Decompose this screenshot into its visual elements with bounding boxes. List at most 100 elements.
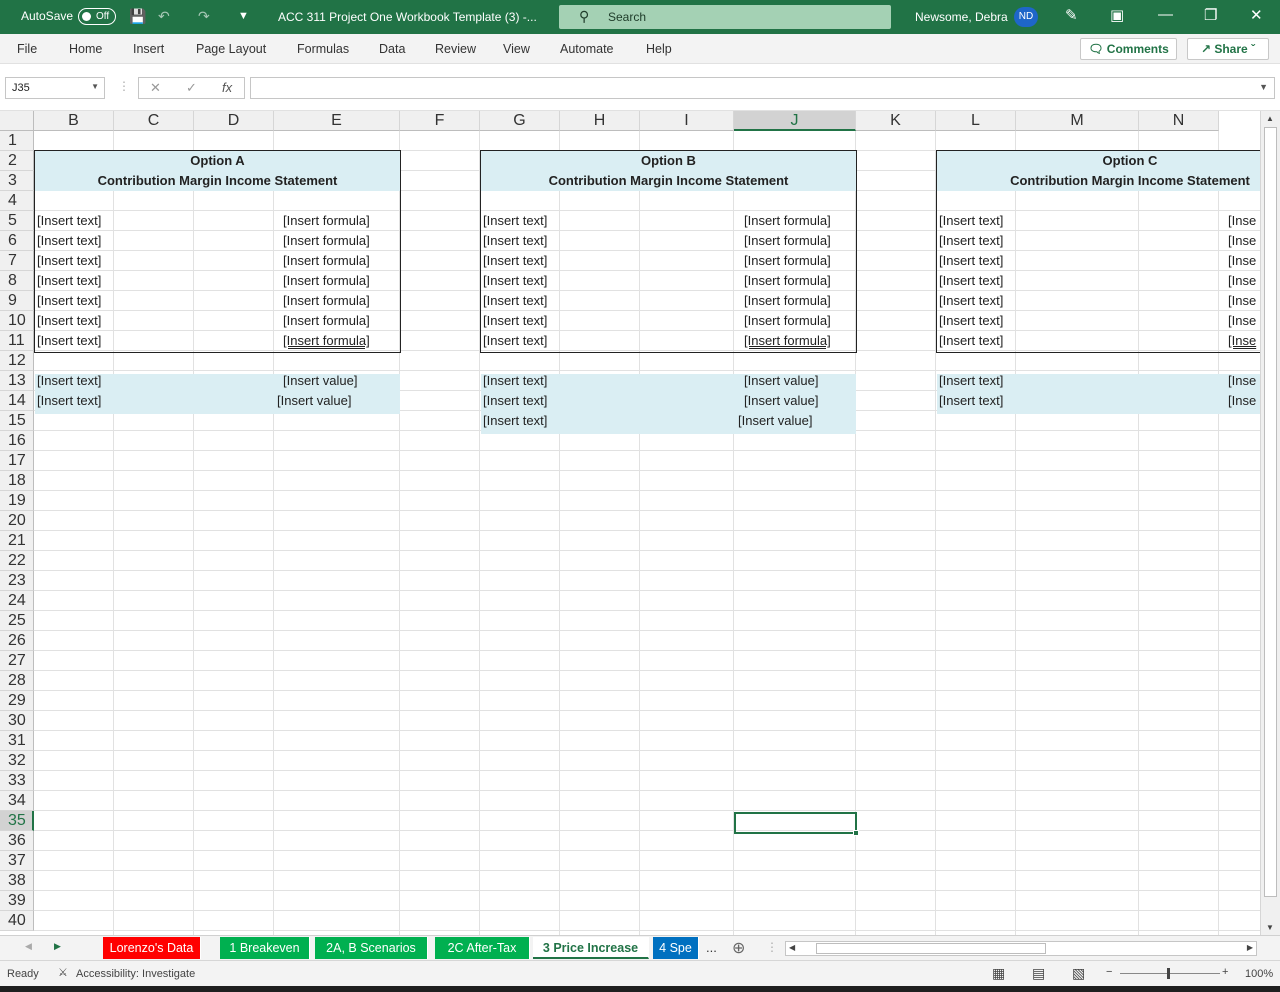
expand-formula-icon[interactable]: ▼ <box>1259 82 1268 92</box>
cell-e9[interactable]: [Insert formula] <box>283 291 370 311</box>
sheet-tab-6[interactable]: 4 Spe <box>653 937 699 959</box>
row-header-40[interactable]: 40 <box>0 911 34 931</box>
row-header-30[interactable]: 30 <box>0 711 34 731</box>
cell-e8[interactable]: [Insert formula] <box>283 271 370 291</box>
row-header-12[interactable]: 12 <box>0 351 34 371</box>
cell-b14[interactable]: [Insert text] <box>37 391 101 411</box>
function-icon[interactable]: fx <box>222 80 232 95</box>
row-header-25[interactable]: 25 <box>0 611 34 631</box>
zoom-out-icon[interactable]: − <box>1106 966 1112 978</box>
cell-j15[interactable]: [Insert value] <box>738 411 812 431</box>
cell-n6[interactable]: [Inse <box>1228 231 1259 251</box>
prev-sheet-icon[interactable]: ◀ <box>25 941 32 952</box>
row-header-11[interactable]: 11 <box>0 331 34 351</box>
chevron-down-icon[interactable]: ▼ <box>91 82 99 91</box>
row-header-10[interactable]: 10 <box>0 311 34 331</box>
cell-g7[interactable]: [Insert text] <box>483 251 547 271</box>
zoom-slider-handle[interactable] <box>1167 968 1170 979</box>
col-header-j[interactable]: J <box>734 111 856 131</box>
autosave-toggle[interactable]: Off <box>78 8 116 25</box>
row-header-2[interactable]: 2 <box>0 151 34 171</box>
col-header-l[interactable]: L <box>936 111 1016 131</box>
col-header-m[interactable]: M <box>1016 111 1139 131</box>
sheet-tab-4[interactable]: 2C After-Tax <box>435 937 530 959</box>
menu-data[interactable]: Data <box>379 42 405 56</box>
cell-g9[interactable]: [Insert text] <box>483 291 547 311</box>
cell-l11[interactable]: [Insert text] <box>939 331 1003 351</box>
row-header-39[interactable]: 39 <box>0 891 34 911</box>
cell-e14[interactable]: [Insert value] <box>277 391 351 411</box>
cell-n14[interactable]: [Inse <box>1228 391 1259 411</box>
cell-l13[interactable]: [Insert text] <box>939 371 1003 391</box>
close-icon[interactable]: ✕ <box>1250 6 1263 24</box>
undo-icon[interactable]: ↶ <box>158 8 170 25</box>
more-tabs[interactable]: ... <box>706 940 717 955</box>
scroll-thumb[interactable] <box>1264 127 1277 897</box>
cell-j7[interactable]: [Insert formula] <box>744 251 831 271</box>
cell-j10[interactable]: [Insert formula] <box>744 311 831 331</box>
pen-icon[interactable]: ✎ <box>1065 6 1078 24</box>
cell-b9[interactable]: [Insert text] <box>37 291 101 311</box>
row-header-37[interactable]: 37 <box>0 851 34 871</box>
row-header-15[interactable]: 15 <box>0 411 34 431</box>
cell-b10[interactable]: [Insert text] <box>37 311 101 331</box>
row-header-4[interactable]: 4 <box>0 191 34 211</box>
vertical-scrollbar[interactable]: ▲ ▼ <box>1260 111 1280 935</box>
zoom-level[interactable]: 100% <box>1245 968 1273 980</box>
row-header-24[interactable]: 24 <box>0 591 34 611</box>
col-header-c[interactable]: C <box>114 111 194 131</box>
spreadsheet-grid[interactable]: BCDEFGHIJKLMN 1 2 3 4 5 6 7 8 9 10 11 12 13 14 15 16 17 1… <box>0 111 1280 935</box>
row-header-19[interactable]: 19 <box>0 491 34 511</box>
enter-icon[interactable]: ✓ <box>186 80 197 96</box>
row-header-3[interactable]: 3 <box>0 171 34 191</box>
zoom-slider[interactable] <box>1120 973 1220 974</box>
hscroll-thumb[interactable] <box>816 943 1046 954</box>
search-box[interactable]: ⚲ Search <box>559 5 891 29</box>
menu-home[interactable]: Home <box>69 42 102 56</box>
select-all-corner[interactable] <box>0 111 34 131</box>
horizontal-scrollbar[interactable]: ◀ ▶ <box>785 941 1257 956</box>
row-header-7[interactable]: 7 <box>0 251 34 271</box>
row-header-17[interactable]: 17 <box>0 451 34 471</box>
cell-e13[interactable]: [Insert value] <box>283 371 357 391</box>
save-icon[interactable]: 💾 <box>129 8 146 25</box>
accessibility-icon[interactable]: ⚔ <box>58 966 68 979</box>
col-header-f[interactable]: F <box>400 111 480 131</box>
cell-n10[interactable]: [Inse <box>1228 311 1259 331</box>
cell-j13[interactable]: [Insert value] <box>744 371 818 391</box>
row-header-16[interactable]: 16 <box>0 431 34 451</box>
scroll-right-icon[interactable]: ▶ <box>1247 943 1253 952</box>
fill-handle[interactable] <box>853 830 859 836</box>
sheet-tab-1[interactable]: Lorenzo's Data <box>103 937 201 959</box>
cell-b7[interactable]: [Insert text] <box>37 251 101 271</box>
row-header-8[interactable]: 8 <box>0 271 34 291</box>
cell-g13[interactable]: [Insert text] <box>483 371 547 391</box>
formula-input[interactable]: ▼ <box>250 77 1275 99</box>
menu-view[interactable]: View <box>503 42 530 56</box>
row-header-22[interactable]: 22 <box>0 551 34 571</box>
scroll-up-icon[interactable]: ▲ <box>1266 114 1274 123</box>
comments-button[interactable]: 🗨 Comments <box>1080 38 1177 60</box>
cell-n7[interactable]: [Inse <box>1228 251 1259 271</box>
cell-l14[interactable]: [Insert text] <box>939 391 1003 411</box>
row-header-23[interactable]: 23 <box>0 571 34 591</box>
cell-j5[interactable]: [Insert formula] <box>744 211 831 231</box>
col-header-i[interactable]: I <box>640 111 734 131</box>
cell-b5[interactable]: [Insert text] <box>37 211 101 231</box>
cell-l7[interactable]: [Insert text] <box>939 251 1003 271</box>
cell-j14[interactable]: [Insert value] <box>744 391 818 411</box>
menu-insert[interactable]: Insert <box>133 42 164 56</box>
cell-e11[interactable]: [Insert formula] <box>283 331 370 351</box>
active-cell-j35[interactable] <box>734 812 859 836</box>
redo-icon[interactable]: ↷ <box>198 8 210 25</box>
cell-n5[interactable]: [Inse <box>1228 211 1259 231</box>
row-header-18[interactable]: 18 <box>0 471 34 491</box>
cancel-icon[interactable]: ✕ <box>150 80 161 96</box>
row-header-5[interactable]: 5 <box>0 211 34 231</box>
row-header-28[interactable]: 28 <box>0 671 34 691</box>
menu-automate[interactable]: Automate <box>560 42 614 56</box>
cell-l5[interactable]: [Insert text] <box>939 211 1003 231</box>
cell-j6[interactable]: [Insert formula] <box>744 231 831 251</box>
row-header-32[interactable]: 32 <box>0 751 34 771</box>
cell-b8[interactable]: [Insert text] <box>37 271 101 291</box>
